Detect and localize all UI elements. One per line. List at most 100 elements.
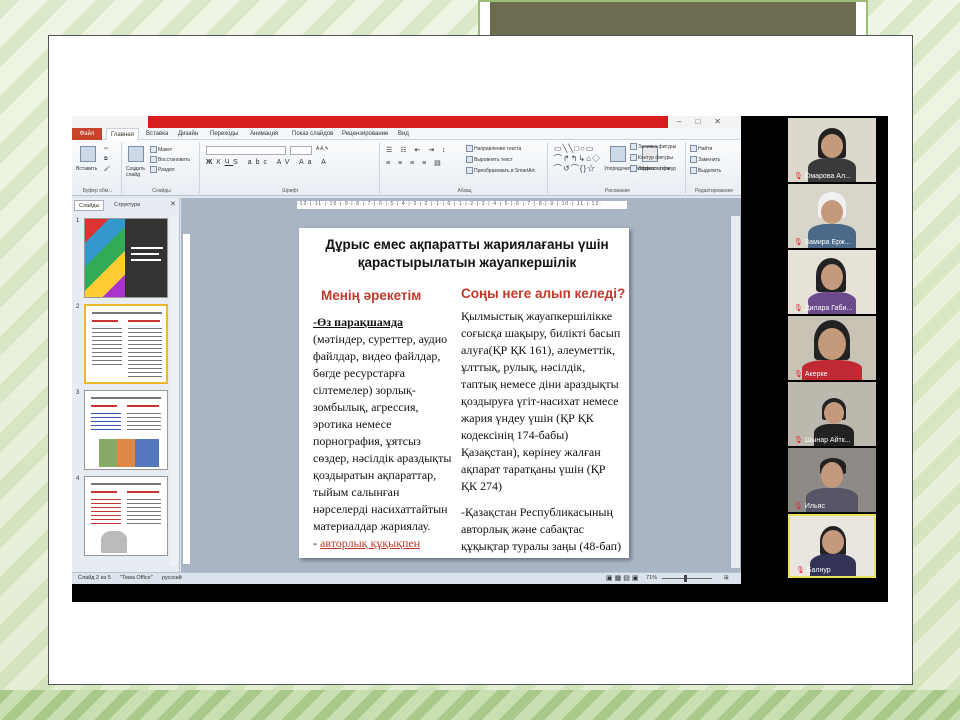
ribbon-group-editing: Найти Заменить Выделить Редактирование — [688, 142, 740, 194]
ribbon-group-font: A A ✎ ЖКЧS abc AV Aa A Шрифт — [202, 142, 380, 194]
participant-name: 🎙 Шынар Айтк... — [794, 437, 851, 444]
participant-face — [821, 462, 843, 488]
left-column-text: -Өз парақшамда (мәтіндер, суреттер, ауди… — [313, 314, 457, 558]
participant-tile[interactable]: 🎙 Замира Ерж... — [788, 184, 876, 248]
paste-button[interactable]: Вставить — [76, 166, 97, 172]
thumb-text-block — [92, 328, 122, 368]
slides-panel-scrollbar[interactable] — [170, 216, 178, 566]
shapes-gallery[interactable]: ▭╲╲□○▭ ⌒↱↰↳⌂◇ ⌒↺⌒{}☆ — [554, 144, 601, 174]
paste-icon[interactable] — [80, 146, 96, 162]
align-text-button[interactable]: Выровнять текст — [466, 156, 513, 163]
theme-name: "Тема Office" — [120, 575, 153, 581]
language-indicator[interactable]: русский — [162, 573, 182, 584]
participant-tile[interactable]: 🎙 Ильяс — [788, 448, 876, 512]
shape-effects-button[interactable]: Эффекты фигур — [630, 165, 676, 172]
tab-outline[interactable]: Структура — [110, 200, 144, 211]
tab-insert[interactable]: Вставка — [146, 128, 168, 140]
font-size-buttons[interactable]: A A ✎ — [316, 146, 329, 152]
close-icon[interactable]: ✕ — [170, 200, 176, 208]
align-buttons[interactable]: ≡ ≡ ≡ ≡ ▤ — [386, 159, 444, 167]
tab-review[interactable]: Рецензирование — [342, 128, 388, 140]
participant-face — [822, 530, 844, 554]
thumb-number: 3 — [76, 390, 80, 396]
arrange-icon[interactable] — [610, 146, 626, 162]
group-label-slides: Слайды — [152, 188, 171, 194]
shape-outline-button[interactable]: Контур фигуры — [630, 154, 673, 161]
tab-view[interactable]: Вид — [398, 128, 409, 140]
thumb-text-line — [91, 397, 161, 399]
title-bar-red-strip — [148, 116, 668, 128]
tab-slides[interactable]: Слайды — [74, 200, 105, 211]
thumb-number: 2 — [76, 304, 80, 310]
slide-thumbnail-4[interactable] — [84, 476, 168, 556]
right-body-text: Қылмыстық жауапкершілікке соғысқа шақыру… — [461, 309, 621, 493]
participant-face — [818, 328, 846, 360]
tab-animation[interactable]: Анимация — [250, 128, 278, 140]
find-button[interactable]: Найти — [690, 145, 712, 152]
restore-icon — [150, 156, 157, 163]
slide-thumbnail-1[interactable] — [84, 218, 168, 298]
participant-tile[interactable]: 🎙 Акерке — [788, 316, 876, 380]
font-style-buttons[interactable]: ЖКЧS abc AV Aa A — [206, 159, 330, 166]
format-painter-icon[interactable]: 🖌 — [104, 166, 110, 172]
thumb-text-line — [131, 259, 161, 261]
zoom-slider[interactable] — [662, 578, 712, 579]
zoom-level[interactable]: 71% — [646, 573, 657, 584]
participant-tile[interactable]: 🎙 Шынар Айтк... — [788, 382, 876, 446]
slides-panel: Слайды Структура ✕ 1 2 3 4 — [72, 198, 180, 572]
tab-design[interactable]: Дизайн — [178, 128, 198, 140]
menu-file[interactable]: Файл — [72, 128, 102, 140]
participant-tile[interactable]: 🎙 Дилара Габи... — [788, 250, 876, 314]
select-button[interactable]: Выделить — [690, 167, 721, 174]
shape-fill-icon — [630, 143, 637, 150]
layout-label: Макет — [158, 146, 173, 153]
tab-slideshow[interactable]: Показ слайдов — [292, 128, 333, 140]
participant-face — [821, 200, 843, 224]
participant-tile[interactable]: 🎙 Омарова Ал... — [788, 118, 876, 182]
section-button[interactable]: Раздел — [150, 166, 175, 173]
right-column-text-2: -Қазақстан Республикасының авторлық және… — [461, 505, 622, 553]
slide-thumbnail-2[interactable] — [84, 304, 168, 384]
mic-muted-icon: 🎙 — [794, 503, 803, 510]
thumb-text-line — [128, 320, 160, 322]
view-buttons[interactable]: ▣▦▤▣ — [606, 573, 640, 584]
thumb-number: 4 — [76, 476, 80, 482]
right-column-text: Қылмыстық жауапкершілікке соғысқа шақыру… — [461, 308, 623, 495]
tab-transitions[interactable]: Переходы — [210, 128, 238, 140]
font-name-select[interactable] — [206, 146, 286, 155]
zoom-slider-thumb[interactable] — [684, 575, 687, 582]
slide-thumbnail-3[interactable] — [84, 390, 168, 470]
editor-scrollbar[interactable] — [731, 216, 740, 568]
cut-icon[interactable]: ✂ — [104, 146, 108, 152]
window-controls[interactable]: –□✕ — [677, 116, 735, 128]
font-size-select[interactable] — [290, 146, 312, 155]
smartart-button[interactable]: Преобразовать в SmartArt — [466, 167, 535, 174]
find-icon — [690, 145, 697, 152]
text-direction-button[interactable]: Направление текста — [466, 145, 521, 152]
copy-icon[interactable]: ⧉ — [104, 156, 108, 162]
slide-editor: ·12·|·11·|·10·|·9·|·8·|·7·|·6·|·5·|·4·|·… — [181, 198, 741, 572]
shape-fill-button[interactable]: Заливка фигуры — [630, 143, 676, 150]
new-slide-icon[interactable] — [128, 146, 144, 162]
thumb-text-block — [91, 413, 121, 433]
tab-home[interactable]: Главная — [106, 128, 139, 140]
create-slide-button[interactable]: Создать слайд — [126, 166, 152, 178]
slide-counter: Слайд 2 из 5 — [78, 575, 111, 581]
bottom-stripe-band — [0, 690, 960, 720]
replace-button[interactable]: Заменить — [690, 156, 720, 163]
current-slide[interactable]: Дұрыс емес ақпаратты жариялағаны үшін қа… — [299, 228, 629, 558]
participant-tile-active[interactable]: 🎙 Балнур — [788, 514, 876, 578]
restore-button[interactable]: Восстановить — [150, 156, 190, 163]
layout-button[interactable]: Макет — [150, 146, 172, 153]
smartart-icon — [466, 167, 473, 174]
left-link-text[interactable]: авторлық құқықпен қорғалатын материалдар… — [313, 536, 453, 558]
participant-face — [824, 402, 844, 424]
list-buttons[interactable]: ☰ ☷ ⇤ ⇥ ↕ — [386, 146, 449, 154]
thumb-text-line — [92, 312, 162, 314]
group-label-editing: Редактирование — [694, 188, 734, 194]
mic-muted-icon: 🎙 — [794, 173, 803, 180]
fit-slide-icon[interactable]: ⊞ — [724, 573, 729, 584]
thumb-text-line — [91, 405, 117, 407]
thumb-text-block — [127, 499, 161, 525]
shape-effects-label: Эффекты фигур — [638, 165, 677, 172]
